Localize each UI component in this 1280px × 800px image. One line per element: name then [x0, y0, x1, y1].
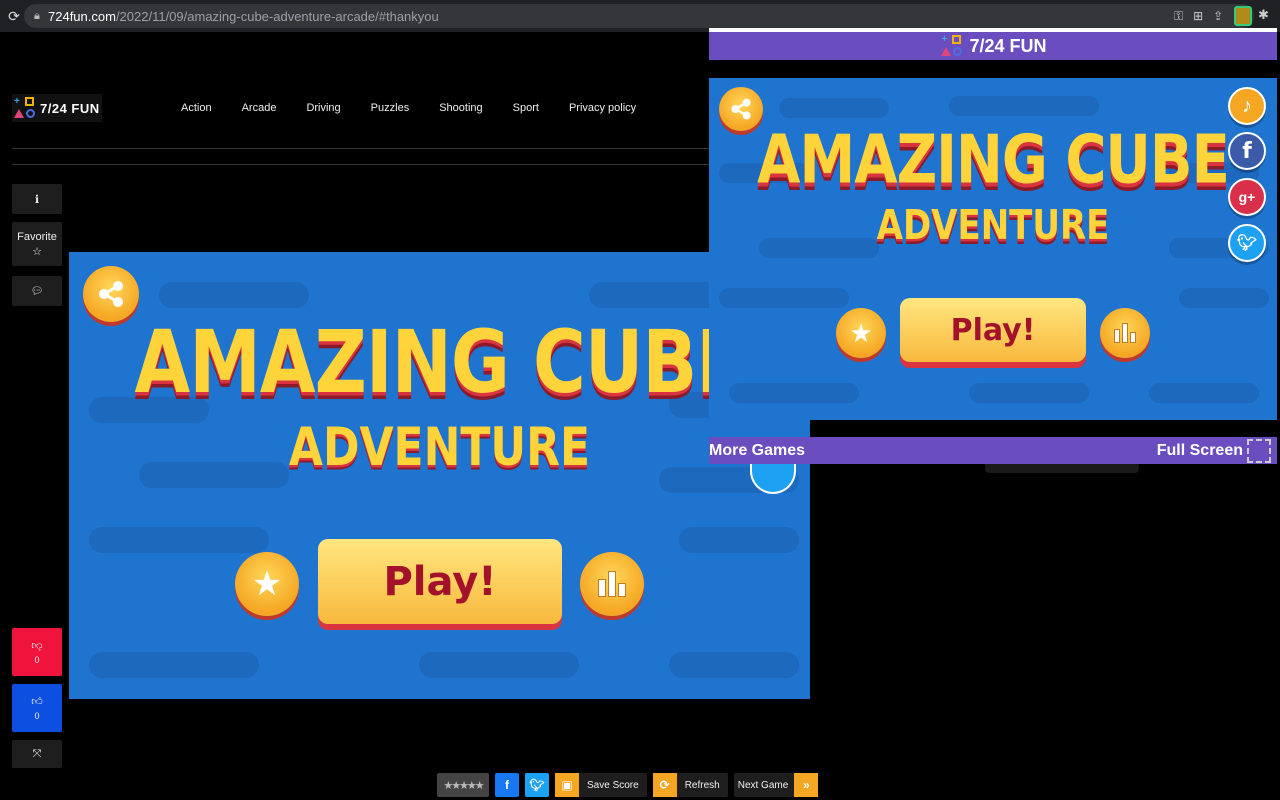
key-icon[interactable]: ⚿ [1174, 9, 1183, 24]
thumbs-up-icon: 👍︎ [31, 696, 43, 708]
header-divider [12, 164, 712, 165]
refresh-button[interactable]: ⟳ Refresh [652, 773, 728, 797]
play-label: Play! [383, 558, 497, 605]
next-game-button[interactable]: Next Game » [733, 773, 819, 797]
refresh-icon: ⟳ [652, 773, 677, 797]
popup-header-title: 7/24 FUN [969, 35, 1047, 56]
nav-item-privacy-policy[interactable]: Privacy policy [569, 102, 636, 114]
dislike-button[interactable]: 👎︎ 0 [12, 628, 62, 676]
twitter-icon: 🐦︎ [529, 778, 545, 792]
full-screen-icon [1247, 438, 1271, 463]
nav-item-puzzles[interactable]: Puzzles [371, 102, 410, 114]
logo-text: 7/24 FUN [40, 100, 100, 116]
save-score-button[interactable]: ▣ Save Score [555, 773, 647, 797]
leaderboard-icon [598, 571, 626, 597]
share-icon[interactable]: ⇪ [1213, 9, 1223, 23]
popup-header: + 7/24 FUN [709, 32, 1277, 60]
logo-shapes-icon: + [14, 97, 36, 119]
popup-game-canvas[interactable]: ♪ f g+ 🐦︎ AMAZING CUBE ADVENTURE ★ Play! [709, 78, 1277, 420]
address-bar[interactable]: 🔒︎ 724fun.com/2022/11/09/amazing-cube-ad… [24, 4, 1254, 28]
dislike-count: 0 [34, 655, 40, 665]
like-count: 0 [34, 711, 40, 721]
lock-icon: 🔒︎ [34, 9, 40, 22]
comment-button[interactable]: 💬︎ [12, 276, 62, 306]
popup-footer: More Games Full Screen [709, 437, 1277, 464]
facebook-share-button[interactable]: f [495, 773, 519, 797]
main-nav: Action Arcade Driving Puzzles Shooting S… [166, 100, 651, 116]
nav-item-arcade[interactable]: Arcade [242, 102, 277, 114]
share-icon [731, 98, 751, 120]
facebook-icon: f [505, 778, 509, 792]
popup-favorite-button[interactable]: ★ [836, 308, 886, 358]
nav-item-driving[interactable]: Driving [306, 102, 340, 114]
comment-icon: 💬︎ [30, 285, 44, 297]
thumbs-down-icon: 👎︎ [31, 640, 43, 652]
play-label: Play! [950, 312, 1036, 348]
favorite-label: Favorite [17, 230, 57, 243]
popup-play-button[interactable]: Play! [900, 298, 1086, 362]
game-subtitle: ADVENTURE [288, 416, 591, 479]
double-chevron-right-icon: » [794, 773, 819, 797]
nav-item-sport[interactable]: Sport [513, 102, 539, 114]
next-game-label: Next Game [737, 779, 789, 791]
save-score-label: Save Score [587, 779, 639, 791]
music-toggle-button[interactable]: ♪ [1228, 87, 1266, 125]
header-divider [12, 148, 712, 149]
extensions-puzzle-icon[interactable]: ✱ [1258, 7, 1269, 23]
leaderboard-icon [1114, 323, 1136, 343]
info-button[interactable]: ℹ [12, 184, 62, 214]
site-logo[interactable]: + 7/24 FUN [12, 94, 102, 122]
logo-shapes-icon: + [941, 35, 963, 57]
reload-icon[interactable]: ⟳ [4, 8, 24, 25]
expand-button[interactable]: ⤧ [12, 740, 62, 768]
url-path: /2022/11/09/amazing-cube-adventure-arcad… [115, 8, 439, 24]
favorite-button[interactable]: Favorite ☆ [12, 222, 62, 266]
nav-item-shooting[interactable]: Shooting [439, 102, 482, 114]
translate-icon[interactable]: ⊞ [1193, 9, 1203, 23]
popup-leaderboard-button[interactable] [1100, 308, 1150, 358]
full-screen-button[interactable]: Full Screen [1156, 438, 1271, 463]
info-icon: ℹ [34, 193, 40, 206]
save-icon: ▣ [555, 773, 579, 797]
game-title: AMAZING CUBE [134, 311, 746, 413]
star-icon: ★ [849, 317, 873, 348]
star-icon: ☆ [32, 245, 42, 258]
rating-star-icon: ★★★★★ [443, 779, 484, 792]
game-leaderboard-button[interactable] [580, 552, 644, 616]
like-button[interactable]: 👍︎ 0 [12, 684, 62, 732]
rating-stars[interactable]: ★★★★★ [437, 773, 489, 797]
extension-icon[interactable] [1234, 6, 1252, 26]
url-host: 724fun.com [48, 8, 116, 24]
star-icon: ★ [251, 565, 283, 603]
share-icon [99, 281, 123, 307]
twitter-share-button[interactable]: 🐦︎ [525, 773, 549, 797]
expand-arrows-icon: ⤧ [32, 747, 42, 760]
play-button[interactable]: Play! [318, 539, 562, 624]
popup-game-subtitle: ADVENTURE [876, 202, 1110, 250]
more-games-link[interactable]: More Games [709, 442, 805, 460]
game-toolbar: ★★★★★ f 🐦︎ ▣ Save Score ⟳ Refresh Next G… [437, 773, 819, 797]
nav-item-action[interactable]: Action [181, 102, 212, 114]
game-canvas[interactable]: AMAZING CUBE ADVENTURE ★ Play! [69, 252, 810, 699]
game-favorite-button[interactable]: ★ [235, 552, 299, 616]
music-note-icon: ♪ [1242, 94, 1252, 117]
popup-game-title: AMAZING CUBE [757, 121, 1230, 200]
full-screen-label: Full Screen [1156, 441, 1243, 459]
underlying-bar [985, 464, 1139, 473]
refresh-label: Refresh [684, 779, 720, 791]
